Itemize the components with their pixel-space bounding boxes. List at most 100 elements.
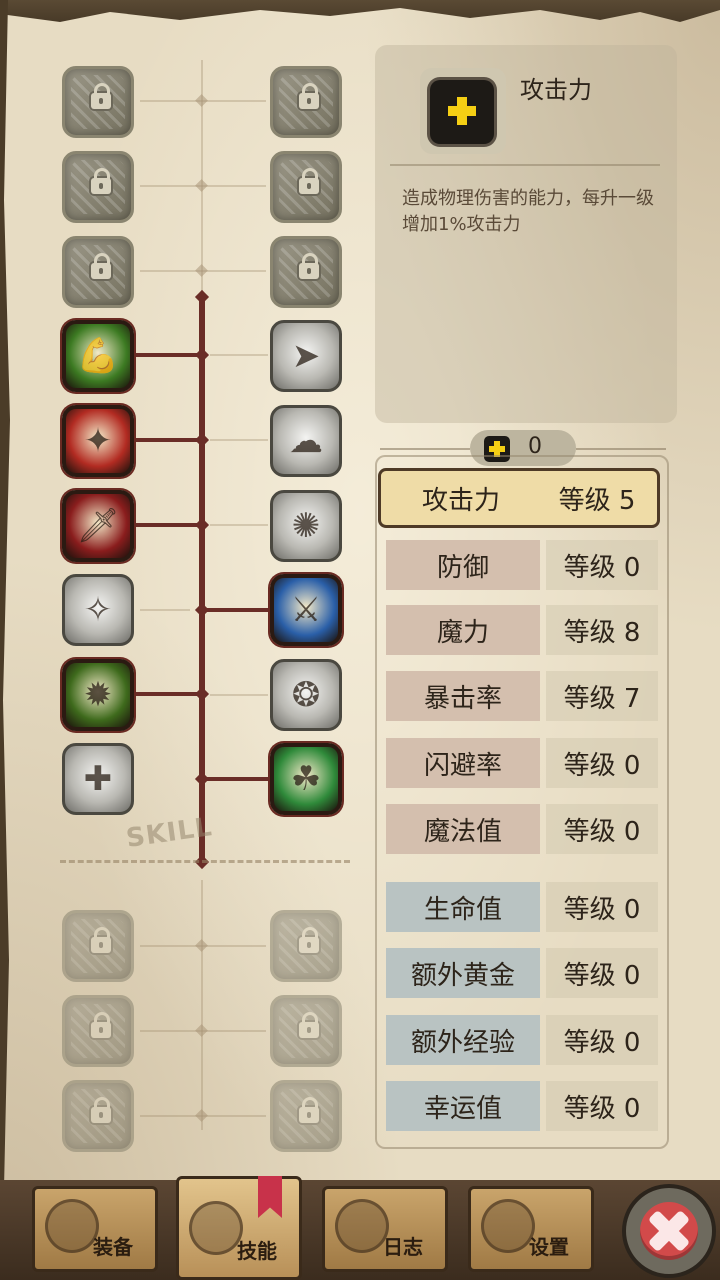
lock-icon (91, 1097, 111, 1123)
stat-name: 魔法值 (386, 804, 540, 854)
skill-slot-right-3[interactable]: ➤ (270, 320, 342, 392)
stat-level: 等级 0 (546, 804, 658, 854)
lock-icon (299, 927, 319, 953)
tier-divider (60, 860, 350, 863)
skill-slot-future-left-2[interactable] (62, 1080, 134, 1152)
info-description: 造成物理伤害的能力，每升一级增加1%攻击力 (402, 188, 654, 235)
cross-sword-icon: ✚ (83, 759, 113, 799)
tab-settings[interactable]: 设置 (468, 1186, 594, 1272)
guide-line (201, 880, 203, 1130)
stat-row[interactable]: 魔法值 等级 0 (386, 804, 658, 854)
tab-journal[interactable]: 日志 (322, 1186, 448, 1272)
skill-slot-left-6[interactable]: ✧ (62, 574, 134, 646)
stat-name: 防御 (386, 540, 540, 590)
stat-level: 等级 0 (546, 540, 658, 590)
lock-icon (91, 927, 111, 953)
stat-name: 额外经验 (386, 1015, 540, 1065)
stat-level: 等级 8 (546, 605, 658, 655)
stat-name: 幸运值 (386, 1081, 540, 1131)
stat-row[interactable]: 幸运值 等级 0 (386, 1081, 658, 1131)
stat-row[interactable]: 生命值 等级 0 (386, 882, 658, 932)
skill-slot-future-right-0[interactable] (270, 910, 342, 982)
lock-icon (299, 1097, 319, 1123)
stat-level: 等级 7 (546, 671, 658, 721)
muscle-arm-icon: 💪 (76, 336, 120, 376)
orb-icon: ❂ (291, 675, 321, 715)
guide-line (210, 694, 268, 696)
flame-warrior-icon: ✹ (83, 675, 113, 715)
lock-icon (299, 1012, 319, 1038)
lock-icon (299, 253, 319, 279)
skill-slot-left-4[interactable]: ✦ (62, 405, 134, 477)
points-divider (380, 448, 470, 450)
skill-slot-right-2[interactable] (270, 236, 342, 308)
stat-row[interactable]: 防御 等级 0 (386, 540, 658, 590)
skill-slot-right-1[interactable] (270, 151, 342, 223)
stat-row[interactable]: 闪避率 等级 0 (386, 738, 658, 788)
points-divider (576, 448, 666, 450)
journal-icon (335, 1199, 389, 1253)
tab-equipment[interactable]: 装备 (32, 1186, 158, 1272)
stat-name: 闪避率 (386, 738, 540, 788)
skill-slot-left-2[interactable] (62, 236, 134, 308)
skill-slot-left-7[interactable]: ✹ (62, 659, 134, 731)
skill-path-branch (136, 353, 202, 357)
skill-slot-right-0[interactable] (270, 66, 342, 138)
tab-label: 日志 (383, 1235, 423, 1259)
stat-level: 等级 0 (546, 1081, 658, 1131)
skill-slot-future-right-2[interactable] (270, 1080, 342, 1152)
stat-row[interactable]: 额外黄金 等级 0 (386, 948, 658, 998)
stat-name: 生命值 (386, 882, 540, 932)
info-divider (390, 164, 660, 166)
guide-line (210, 524, 268, 526)
shadow-dash-icon: ✧ (83, 590, 113, 630)
skill-slot-left-3[interactable]: 💪 (62, 320, 134, 392)
skill-slot-left-0[interactable] (62, 66, 134, 138)
axe-icon (45, 1199, 99, 1253)
lock-icon (91, 1012, 111, 1038)
smoke-icon: ☁ (289, 421, 323, 461)
skill-slot-right-7[interactable]: ❂ (270, 659, 342, 731)
tab-label: 设置 (529, 1235, 569, 1259)
slash-icon: ✦ (83, 421, 113, 461)
skill-slot-right-5[interactable]: ✺ (270, 490, 342, 562)
stat-row[interactable]: 攻击力 等级 5 (378, 468, 660, 528)
shield-burst-icon: ✺ (291, 506, 321, 546)
skill-path-branch (202, 777, 268, 781)
dagger-icon: 🗡 (76, 506, 120, 546)
gear-icon (481, 1199, 535, 1253)
lock-icon (299, 83, 319, 109)
stat-level: 等级 0 (546, 882, 658, 932)
guide-line (140, 609, 190, 611)
stat-level: 等级 0 (546, 948, 658, 998)
stat-row[interactable]: 魔力 等级 8 (386, 605, 658, 655)
tab-label: 装备 (93, 1235, 133, 1259)
skill-path-branch (136, 692, 202, 696)
guide-line (210, 439, 268, 441)
lock-icon (91, 168, 111, 194)
lock-icon (91, 83, 111, 109)
stat-name: 攻击力 (421, 485, 500, 516)
tab-skills[interactable]: 技能 (176, 1176, 302, 1280)
skill-slot-right-4[interactable]: ☁ (270, 405, 342, 477)
skill-slot-future-left-1[interactable] (62, 995, 134, 1067)
skill-slot-left-8[interactable]: ✚ (62, 743, 134, 815)
info-title: 攻击力 (520, 76, 592, 104)
plus-icon-bar (457, 97, 467, 125)
skill-slot-future-right-1[interactable] (270, 995, 342, 1067)
stat-row[interactable]: 暴击率 等级 7 (386, 671, 658, 721)
skill-path-branch (202, 608, 268, 612)
stat-name: 暴击率 (386, 671, 540, 721)
skill-slot-right-8[interactable]: ☘ (270, 743, 342, 815)
lock-icon (91, 253, 111, 279)
skill-slot-left-1[interactable] (62, 151, 134, 223)
skill-slot-left-5[interactable]: 🗡 (62, 490, 134, 562)
skill-slot-future-left-0[interactable] (62, 910, 134, 982)
charge-icon: ➤ (291, 336, 321, 376)
skill-path-branch (136, 523, 202, 527)
stat-row[interactable]: 额外经验 等级 0 (386, 1015, 658, 1065)
stat-level: 等级 0 (546, 1015, 658, 1065)
lock-icon (299, 168, 319, 194)
skill-slot-right-6[interactable]: ⚔ (270, 574, 342, 646)
skill-path-branch (136, 438, 202, 442)
